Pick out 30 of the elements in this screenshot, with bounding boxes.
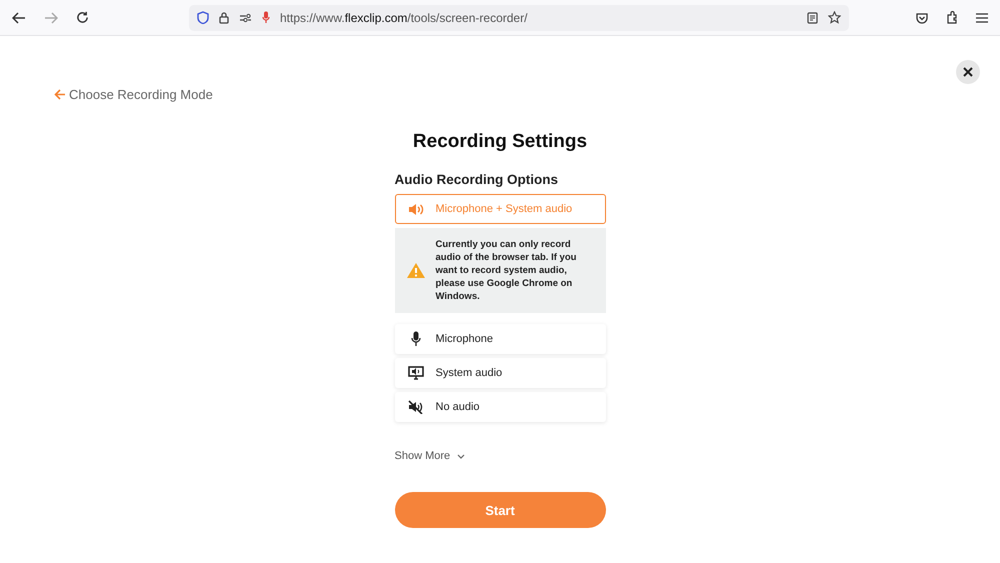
shield-icon bbox=[197, 11, 209, 24]
reader-view-icon[interactable] bbox=[807, 12, 818, 24]
pocket-icon[interactable] bbox=[916, 12, 928, 24]
chevron-down-icon bbox=[457, 454, 466, 458]
mute-icon bbox=[408, 400, 424, 414]
close-icon bbox=[963, 67, 973, 77]
page-title: Recording Settings bbox=[412, 131, 588, 153]
microphone-icon bbox=[262, 11, 270, 24]
audio-option[interactable]: Microphone bbox=[394, 324, 606, 354]
reload-icon[interactable] bbox=[76, 11, 89, 24]
speaker-icon bbox=[408, 202, 424, 216]
extensions-icon[interactable] bbox=[946, 11, 958, 24]
back-link[interactable]: Choose Recording Mode bbox=[54, 87, 213, 102]
section-title: Audio Recording Options bbox=[394, 172, 559, 187]
show-more-button[interactable]: Show More bbox=[394, 450, 466, 462]
warning-icon bbox=[406, 262, 426, 279]
permissions-icon bbox=[239, 12, 252, 22]
audio-option[interactable]: System audio bbox=[394, 358, 606, 388]
back-icon[interactable] bbox=[12, 12, 26, 24]
monitor-speaker-icon bbox=[408, 366, 424, 380]
menu-icon[interactable] bbox=[976, 12, 988, 22]
arrow-left-icon bbox=[54, 89, 66, 100]
address-bar[interactable]: https://www.flexclip.com/tools/screen-recorder/ bbox=[189, 4, 849, 30]
url-text: https://www.flexclip.com/tools/screen-recorder/ bbox=[280, 10, 528, 24]
audio-option[interactable]: No audio bbox=[394, 392, 606, 422]
lock-icon bbox=[219, 11, 229, 24]
star-icon[interactable] bbox=[828, 11, 841, 24]
close-button[interactable] bbox=[956, 60, 980, 84]
microphone-icon bbox=[410, 331, 420, 347]
notice-text: Currently you can only record audio of the browser tab. If you want to record system audio, please use Google Chrome on Windows. bbox=[436, 238, 578, 303]
